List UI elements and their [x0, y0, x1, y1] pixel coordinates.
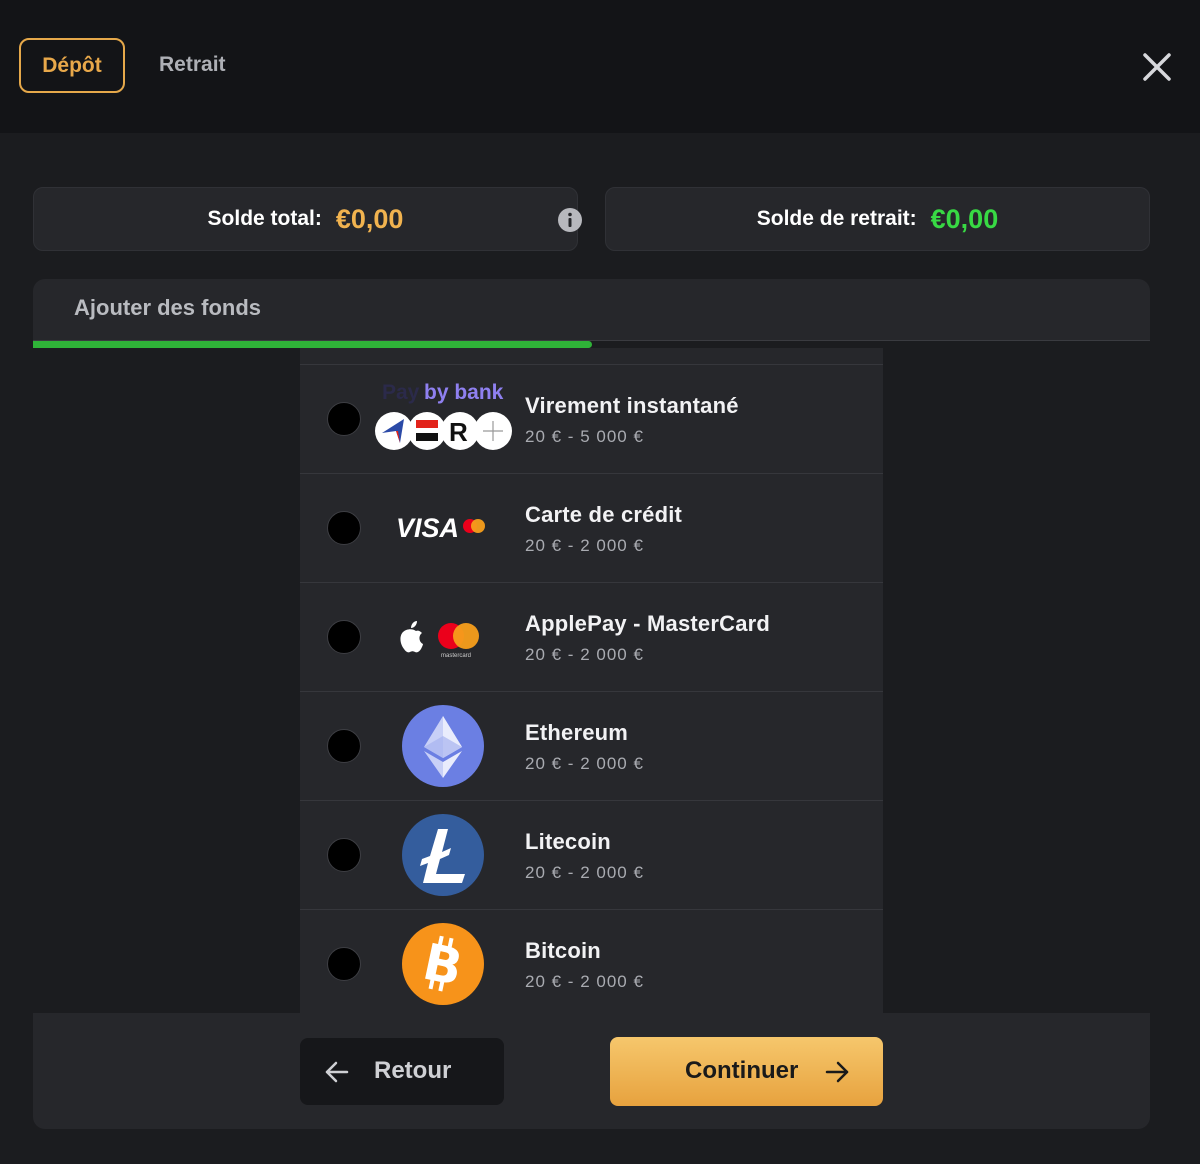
- back-button[interactable]: Retour: [300, 1038, 504, 1105]
- continue-button-label: Continuer: [685, 1057, 799, 1084]
- svg-text:Pay: Pay: [382, 381, 420, 404]
- payment-method-bank-transfer[interactable]: Pay by bank R Virement instantané 20 € -…: [300, 364, 883, 473]
- total-balance-label: Solde total:: [207, 207, 322, 230]
- panel-footer: [33, 1013, 1150, 1129]
- method-name: Bitcoin: [525, 938, 601, 963]
- radio-button[interactable]: [327, 947, 361, 981]
- method-name: Ethereum: [525, 720, 629, 745]
- radio-button[interactable]: [327, 511, 361, 545]
- payment-method-credit-card[interactable]: VISA Carte de crédit 20 € - 2 000 €: [300, 473, 883, 582]
- method-name: Carte de crédit: [525, 502, 683, 527]
- method-range: 20 € - 5 000 €: [525, 427, 644, 446]
- close-icon[interactable]: [1138, 48, 1176, 86]
- svg-text:VISA: VISA: [396, 513, 459, 543]
- total-balance-card: Solde total: €0,00: [33, 187, 582, 251]
- payment-method-bitcoin[interactable]: B Bitcoin 20 € - 2 000 €: [300, 909, 883, 1018]
- svg-text:by bank: by bank: [424, 381, 504, 404]
- panel-title: Ajouter des fonds: [74, 295, 262, 320]
- radio-button[interactable]: [327, 838, 361, 872]
- withdraw-balance-amount: €0,00: [930, 203, 999, 234]
- method-range: 20 € - 2 000 €: [525, 536, 644, 555]
- add-funds-header: Ajouter des fonds: [33, 279, 1150, 341]
- method-range: 20 € - 2 000 €: [525, 645, 644, 664]
- payment-method-applepay[interactable]: mastercard ApplePay - MasterCard 20 € - …: [300, 582, 883, 691]
- arrow-left-icon: [325, 1061, 349, 1083]
- payment-method-litecoin[interactable]: Litecoin 20 € - 2 000 €: [300, 800, 883, 909]
- modal-header: Dépôt Retrait: [0, 0, 1200, 133]
- bitcoin-icon: B: [402, 923, 484, 1005]
- method-range: 20 € - 2 000 €: [525, 972, 644, 991]
- radio-button[interactable]: [327, 620, 361, 654]
- withdraw-balance-label: Solde de retrait:: [756, 207, 917, 230]
- total-balance-amount: €0,00: [335, 203, 404, 234]
- visa-mastercard-logo: VISA: [396, 513, 485, 543]
- back-button-label: Retour: [374, 1057, 452, 1084]
- svg-text:R: R: [449, 417, 468, 447]
- withdraw-balance-card: Solde de retrait: €0,00: [605, 187, 1150, 251]
- paybybank-logo: Pay by bank R: [375, 381, 512, 450]
- method-name: Virement instantané: [525, 393, 739, 418]
- payment-method-list: Pay by bank R Virement instantané 20 € -…: [300, 348, 883, 1013]
- method-range: 20 € - 2 000 €: [525, 754, 644, 773]
- svg-text:mastercard: mastercard: [441, 653, 471, 659]
- arrow-right-icon: [825, 1061, 849, 1083]
- litecoin-icon: [402, 814, 484, 896]
- info-icon[interactable]: [557, 207, 583, 233]
- method-name: Litecoin: [525, 829, 611, 854]
- tab-deposit[interactable]: Dépôt: [19, 38, 125, 93]
- tab-withdraw[interactable]: Retrait: [159, 50, 226, 80]
- method-name: ApplePay - MasterCard: [525, 611, 771, 636]
- payment-method-ethereum[interactable]: Ethereum 20 € - 2 000 €: [300, 691, 883, 800]
- radio-button[interactable]: [327, 729, 361, 763]
- radio-button[interactable]: [327, 402, 361, 436]
- continue-button[interactable]: Continuer: [610, 1037, 883, 1106]
- method-range: 20 € - 2 000 €: [525, 863, 644, 882]
- step-progress-bar: [33, 341, 592, 348]
- ethereum-icon: [402, 705, 484, 787]
- applepay-mastercard-logo: mastercard: [400, 621, 479, 659]
